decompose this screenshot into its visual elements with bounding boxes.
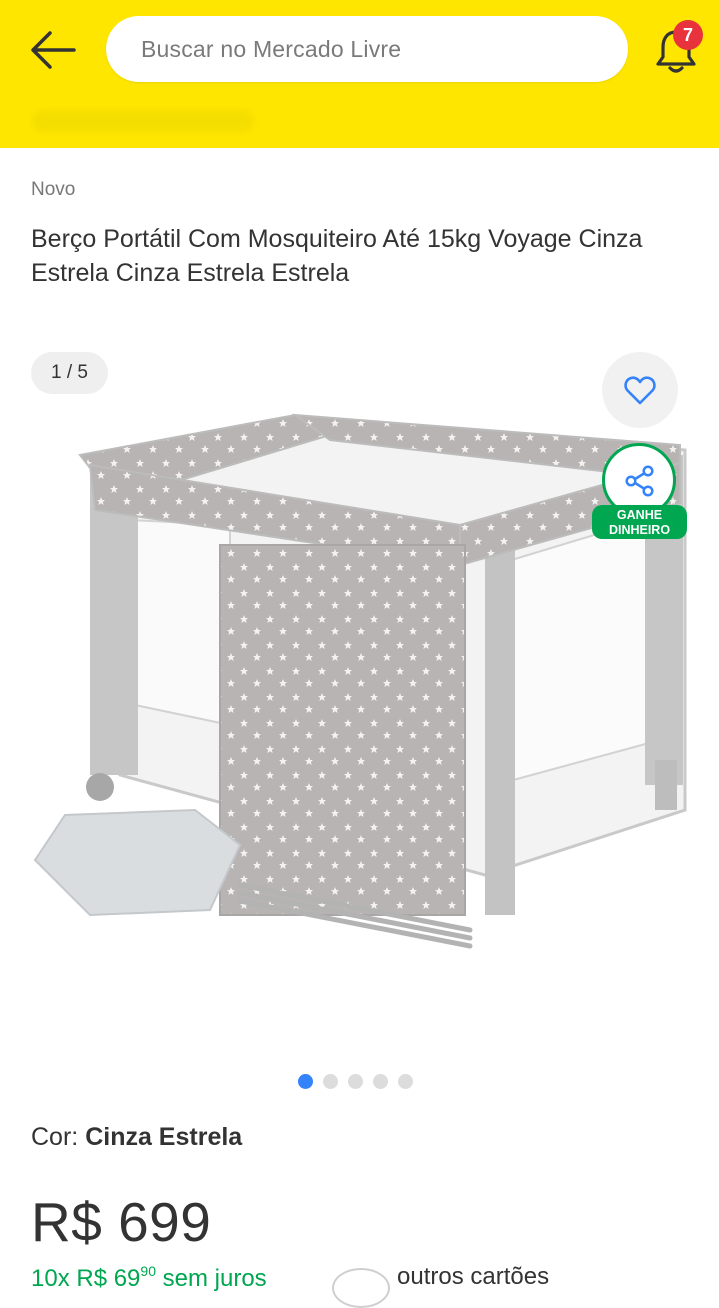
product-price: R$ 699 xyxy=(31,1191,212,1253)
gallery-pagination xyxy=(298,1074,413,1090)
share-icon xyxy=(625,465,654,497)
gallery-dot[interactable] xyxy=(398,1074,413,1089)
card-icon xyxy=(332,1268,390,1308)
gallery-dot[interactable] xyxy=(373,1074,388,1089)
installments-suffix: sem juros xyxy=(155,1265,267,1292)
earn-money-label[interactable]: GANHE DINHEIRO xyxy=(592,505,687,539)
earn-money-line2: DINHEIRO xyxy=(608,523,671,537)
color-label: Cor: xyxy=(31,1123,79,1151)
gallery-dot[interactable] xyxy=(323,1074,338,1089)
product-title: Berço Portátil Com Mosquiteiro Até 15kg … xyxy=(31,225,643,287)
arrow-left-icon xyxy=(31,31,76,69)
back-button[interactable] xyxy=(28,28,78,72)
gallery-dot[interactable] xyxy=(348,1074,363,1089)
other-cards-link[interactable]: outros cartões xyxy=(397,1263,549,1291)
installments-cents: 90 xyxy=(140,1263,156,1279)
product-image[interactable] xyxy=(30,405,690,965)
heart-icon xyxy=(624,376,656,405)
color-variation: Cor: Cinza Estrela xyxy=(31,1123,242,1152)
earn-money-line1: GANHE xyxy=(616,508,663,522)
installments-info: 10x R$ 6990 sem juros xyxy=(31,1263,267,1293)
search-input[interactable]: Buscar no Mercado Livre xyxy=(106,16,628,82)
installments-prefix: 10x R$ 69 xyxy=(31,1265,141,1292)
gallery-dot[interactable] xyxy=(298,1074,313,1089)
top-header: Buscar no Mercado Livre 7 xyxy=(0,0,719,148)
gallery-counter: 1 / 5 xyxy=(31,352,108,394)
color-value: Cinza Estrela xyxy=(85,1123,243,1151)
location-bar-blurred xyxy=(32,110,254,132)
product-condition: Novo xyxy=(31,179,76,200)
notification-badge: 7 xyxy=(673,20,703,50)
search-placeholder: Buscar no Mercado Livre xyxy=(141,36,402,62)
